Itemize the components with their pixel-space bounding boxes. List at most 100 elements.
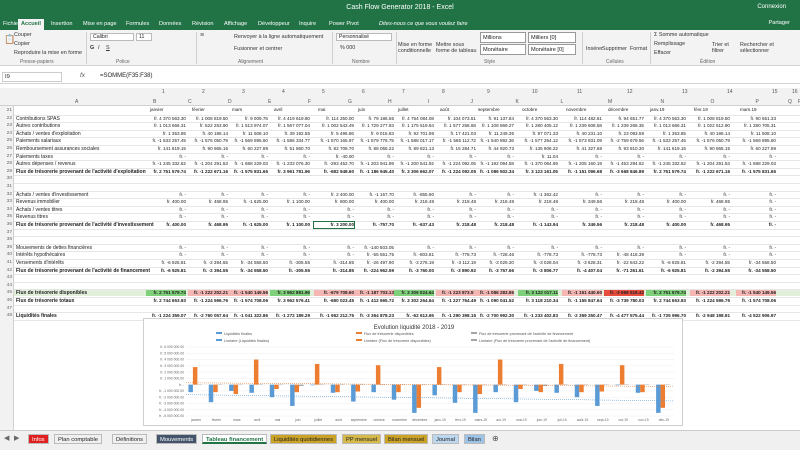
- data-cell[interactable]: fr. -: [604, 192, 644, 198]
- data-cell[interactable]: fr. -3 890.92: [436, 268, 476, 274]
- data-cell[interactable]: fr. -: [436, 207, 476, 213]
- tab-power-pivot[interactable]: Power Pivot: [326, 19, 362, 30]
- data-cell[interactable]: fr. -1 540 149.56: [736, 290, 776, 297]
- column-header-j[interactable]: J: [471, 98, 474, 106]
- column-header-n[interactable]: N: [661, 98, 665, 106]
- month-header[interactable]: mai: [318, 107, 325, 113]
- data-cell[interactable]: fr. 1 008 819.50: [188, 116, 228, 122]
- tab-home[interactable]: Accueil: [18, 19, 44, 30]
- month-header[interactable]: mars: [232, 107, 242, 113]
- row-label[interactable]: Autres contributions: [16, 123, 60, 129]
- share-button[interactable]: Partager: [769, 20, 790, 26]
- data-cell[interactable]: fr. 17 421.03: [436, 131, 476, 137]
- data-cell[interactable]: fr. 1 513 974.07: [228, 123, 268, 129]
- data-cell[interactable]: fr. 218.48: [474, 222, 514, 228]
- data-cell[interactable]: fr. -3 760.00: [394, 268, 434, 274]
- data-cell[interactable]: fr. -: [646, 154, 686, 160]
- sort-filter-button[interactable]: Trier et filtrer: [712, 42, 738, 54]
- row-label[interactable]: Flux de trésorerie provenant de l'activi…: [16, 268, 150, 274]
- data-cell[interactable]: fr. -: [690, 214, 730, 220]
- data-cell[interactable]: fr. -682 948.60: [314, 169, 354, 175]
- data-cell[interactable]: fr. -778.73: [436, 252, 476, 258]
- column-header-i[interactable]: I: [428, 98, 429, 106]
- data-cell[interactable]: fr. 15 284.71: [436, 146, 476, 152]
- data-cell[interactable]: fr. -40.00: [314, 154, 354, 160]
- data-cell[interactable]: fr. 104 073.51: [436, 116, 476, 122]
- name-box[interactable]: I9: [2, 72, 62, 82]
- data-cell[interactable]: fr. -1 224 596.76: [690, 298, 730, 304]
- data-cell[interactable]: fr. 44 920.73: [474, 146, 514, 152]
- row-number[interactable]: 28: [0, 161, 12, 166]
- data-cell[interactable]: fr. 218.48: [604, 222, 644, 228]
- row-label[interactable]: Mouvements de dettes financières: [16, 245, 92, 251]
- data-cell[interactable]: fr. -314.85: [314, 268, 354, 274]
- data-cell[interactable]: fr. -: [562, 245, 602, 251]
- row-number[interactable]: 27: [0, 154, 12, 159]
- data-cell[interactable]: fr. 400.00: [354, 199, 394, 205]
- copy-button[interactable]: Copier: [14, 41, 30, 47]
- data-cell[interactable]: fr. -: [228, 245, 268, 251]
- data-cell[interactable]: fr. -6 925.81: [646, 260, 686, 266]
- data-cell[interactable]: fr. -: [188, 214, 228, 220]
- data-cell[interactable]: fr. -1 574 708.06: [228, 298, 268, 304]
- month-header[interactable]: septembre: [478, 107, 500, 113]
- underline-button[interactable]: S: [106, 45, 110, 51]
- data-cell[interactable]: fr. 218.48: [518, 199, 558, 205]
- data-cell[interactable]: fr. -: [690, 252, 730, 258]
- data-cell[interactable]: fr. 9 009.76: [228, 116, 268, 122]
- insert-cells-button[interactable]: Insérer: [586, 46, 603, 52]
- data-cell[interactable]: fr. -1 203 941.89: [354, 161, 394, 167]
- data-cell[interactable]: fr. 141 619.15: [146, 146, 186, 152]
- row-label[interactable]: Flux de trésorerie provenant de l'activi…: [16, 169, 146, 175]
- data-cell[interactable]: fr. -55 551.75: [354, 252, 394, 258]
- data-cell[interactable]: fr. 218.48: [436, 222, 476, 228]
- data-cell[interactable]: fr. -293 452.70: [314, 161, 354, 167]
- data-cell[interactable]: fr. -1 222 671.16: [188, 169, 228, 175]
- month-header[interactable]: juillet: [398, 107, 408, 113]
- data-cell[interactable]: fr. 23 093.59: [604, 131, 644, 137]
- data-cell[interactable]: fr. -: [394, 214, 434, 220]
- data-cell[interactable]: fr. -1 224 092.05: [436, 169, 476, 175]
- data-cell[interactable]: fr. -: [562, 192, 602, 198]
- data-cell[interactable]: fr. 3 118 210.34: [518, 298, 558, 304]
- data-cell[interactable]: fr. -1 576 050.79: [188, 138, 228, 144]
- data-cell[interactable]: fr. 88 055.22: [354, 146, 394, 152]
- data-cell[interactable]: fr. -: [270, 214, 310, 220]
- number-format-select[interactable]: Personnalisé: [336, 33, 392, 41]
- data-cell[interactable]: fr. -: [314, 214, 354, 220]
- data-cell[interactable]: fr. -1 533 257.45: [646, 138, 686, 144]
- tab-review[interactable]: Révision: [189, 19, 216, 30]
- data-cell[interactable]: fr. -6 925.81: [646, 268, 686, 274]
- row-number[interactable]: 36: [0, 222, 12, 227]
- data-cell[interactable]: fr. -1 086 502.34: [474, 169, 514, 175]
- style-monetaire-0[interactable]: Monétaire [0]: [528, 44, 576, 55]
- data-cell[interactable]: fr. -: [736, 207, 776, 213]
- row-label[interactable]: Paiements taxes: [16, 154, 53, 160]
- data-cell[interactable]: fr. -1 222 671.16: [690, 169, 730, 175]
- row-label[interactable]: Achats / ventes d'exploitation: [16, 131, 81, 137]
- data-cell[interactable]: fr. -3 276.19: [394, 260, 434, 266]
- data-cell[interactable]: fr. -1 569 895.60: [736, 138, 776, 144]
- data-cell[interactable]: fr. 468.95: [690, 199, 730, 205]
- month-header[interactable]: février: [192, 107, 205, 113]
- data-cell[interactable]: fr. -2 394.55: [690, 260, 730, 266]
- column-header-l[interactable]: L: [561, 98, 564, 106]
- data-cell[interactable]: fr. 800.00: [314, 199, 354, 205]
- data-cell[interactable]: fr. -: [518, 214, 558, 220]
- data-cell[interactable]: fr. -1 574 708.06: [736, 298, 776, 304]
- percent-style-button[interactable]: % 000: [340, 45, 355, 51]
- format-painter-button[interactable]: Reproduire la mise en forme: [14, 50, 82, 56]
- tab-data[interactable]: Données: [156, 19, 184, 30]
- data-cell[interactable]: fr. -: [146, 207, 186, 213]
- data-cell[interactable]: fr. 1 353.85: [146, 131, 186, 137]
- row-label[interactable]: Remboursement assurances sociales: [16, 146, 99, 152]
- data-cell[interactable]: fr. -1 233 076.30: [270, 161, 310, 167]
- data-cell[interactable]: fr. 92 701.98: [394, 131, 434, 137]
- column-header-c[interactable]: C: [188, 98, 192, 106]
- sheet-tab-d-finitions[interactable]: Définitions: [112, 434, 148, 444]
- liquidity-chart[interactable]: Evolution liquidité 2018 - 2019 Liquidité…: [143, 318, 683, 426]
- sheet-tab-bilan[interactable]: Bilan: [464, 434, 485, 444]
- data-cell[interactable]: fr. -305.55: [270, 260, 310, 266]
- format-cells-button[interactable]: Format: [630, 46, 647, 52]
- data-cell[interactable]: fr. 40 231.10: [562, 131, 602, 137]
